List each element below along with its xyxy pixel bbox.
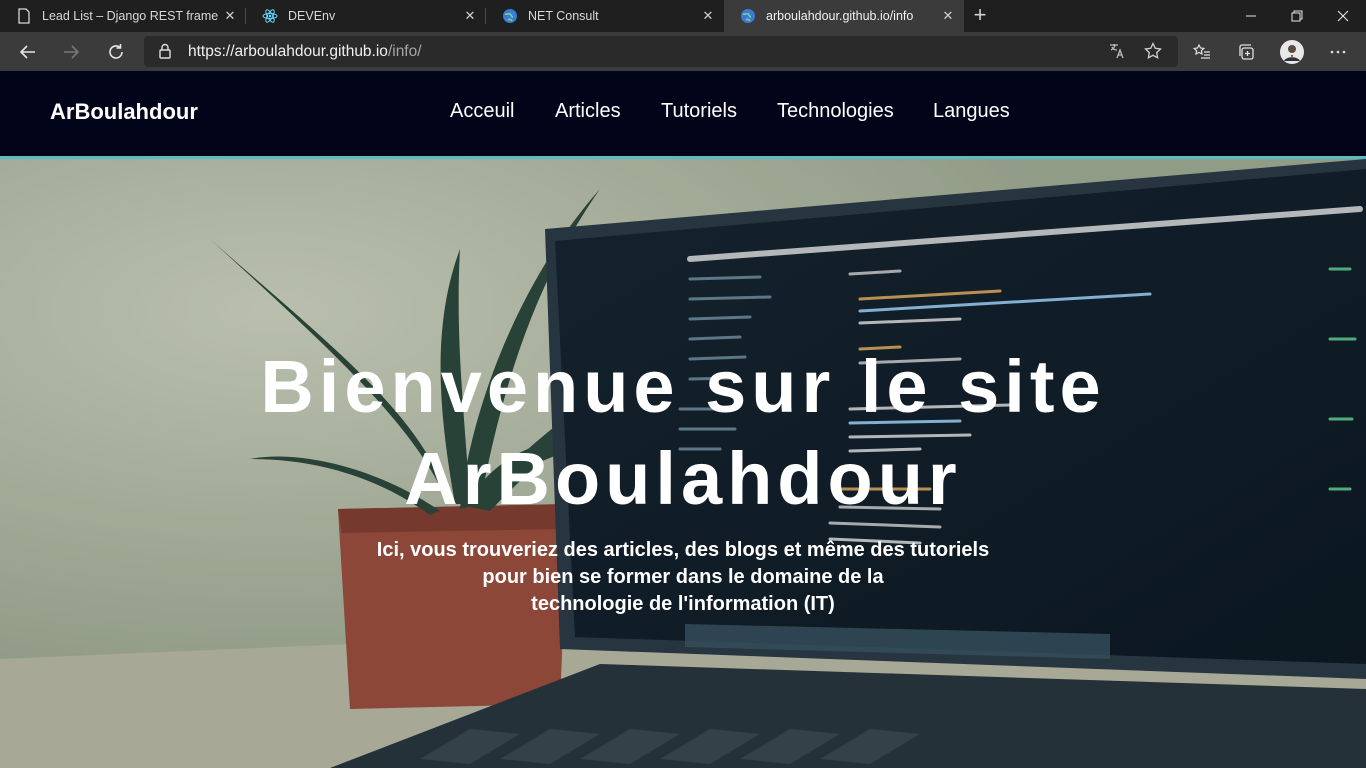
favorites-button[interactable]: [1186, 36, 1218, 68]
nav-tutoriels[interactable]: Tutoriels: [661, 100, 737, 123]
tab-devenv[interactable]: DEVEnv ✕: [246, 0, 486, 32]
favorite-star-icon[interactable]: [1144, 41, 1162, 65]
nav-technologies[interactable]: Technologies: [777, 100, 894, 123]
hero-subtitle: Ici, vous trouveriez des articles, des b…: [0, 537, 1366, 618]
hero-title-line-2: ArBoulahdour: [404, 437, 962, 520]
profile-avatar[interactable]: [1276, 36, 1308, 68]
site-logo[interactable]: ArBoulahdour: [50, 99, 198, 125]
document-icon: [16, 8, 32, 24]
address-bar[interactable]: https://arboulahdour.github.io/info/: [144, 36, 1178, 67]
nav-acceuil[interactable]: Acceuil: [450, 100, 514, 123]
globe-icon: [502, 8, 518, 24]
tab-arboulahdour-info[interactable]: arboulahdour.github.io/info ✕: [724, 0, 964, 32]
tab-net-consult[interactable]: NET Consult ✕: [486, 0, 724, 32]
new-tab-button[interactable]: +: [968, 4, 992, 28]
tab-lead-list[interactable]: Lead List – Django REST framewo ✕: [0, 0, 246, 32]
hero-section: Bienvenue sur le site ArBoulahdour Ici, …: [0, 159, 1366, 768]
tab-title: arboulahdour.github.io/info: [766, 9, 914, 23]
hero-subtitle-line-1: Ici, vous trouveriez des articles, des b…: [376, 539, 990, 561]
close-tab-icon[interactable]: ✕: [458, 4, 482, 28]
back-button[interactable]: [12, 36, 44, 68]
hero-subtitle-line-3: technologie de l'information (IT): [531, 593, 835, 615]
hero-title: Bienvenue sur le site ArBoulahdour: [0, 341, 1366, 525]
react-icon: [262, 8, 278, 24]
translate-icon[interactable]: [1108, 42, 1126, 65]
url-host: https://arboulahdour.github.io: [188, 43, 388, 60]
globe-icon: [740, 8, 756, 24]
nav-articles[interactable]: Articles: [555, 100, 621, 123]
tab-title: NET Consult: [528, 9, 599, 23]
collections-button[interactable]: [1230, 36, 1262, 68]
forward-button[interactable]: [55, 36, 87, 68]
more-menu-button[interactable]: [1322, 36, 1354, 68]
restore-button[interactable]: [1274, 0, 1320, 32]
browser-tab-strip: Lead List – Django REST framewo ✕ DEVEnv…: [0, 0, 1366, 32]
minimize-button[interactable]: [1228, 0, 1274, 32]
browser-toolbar: https://arboulahdour.github.io/info/: [0, 32, 1366, 71]
site-header: ArBoulahdour Acceuil Articles Tutoriels …: [0, 71, 1366, 159]
tab-title: Lead List – Django REST framewo: [42, 9, 218, 23]
refresh-button[interactable]: [100, 36, 132, 68]
hero-title-line-1: Bienvenue sur le site: [260, 345, 1106, 428]
tab-title: DEVEnv: [288, 9, 336, 23]
url-path: /info/: [387, 43, 422, 60]
close-tab-icon[interactable]: ✕: [936, 4, 960, 28]
nav-langues[interactable]: Langues: [933, 100, 1010, 123]
url-text[interactable]: https://arboulahdour.github.io/info/: [188, 43, 422, 61]
lock-icon[interactable]: [158, 43, 172, 64]
close-window-button[interactable]: [1320, 0, 1366, 32]
hero-subtitle-line-2: pour bien se former dans le domaine de l…: [482, 566, 884, 588]
close-tab-icon[interactable]: ✕: [218, 4, 242, 28]
close-tab-icon[interactable]: ✕: [696, 4, 720, 28]
